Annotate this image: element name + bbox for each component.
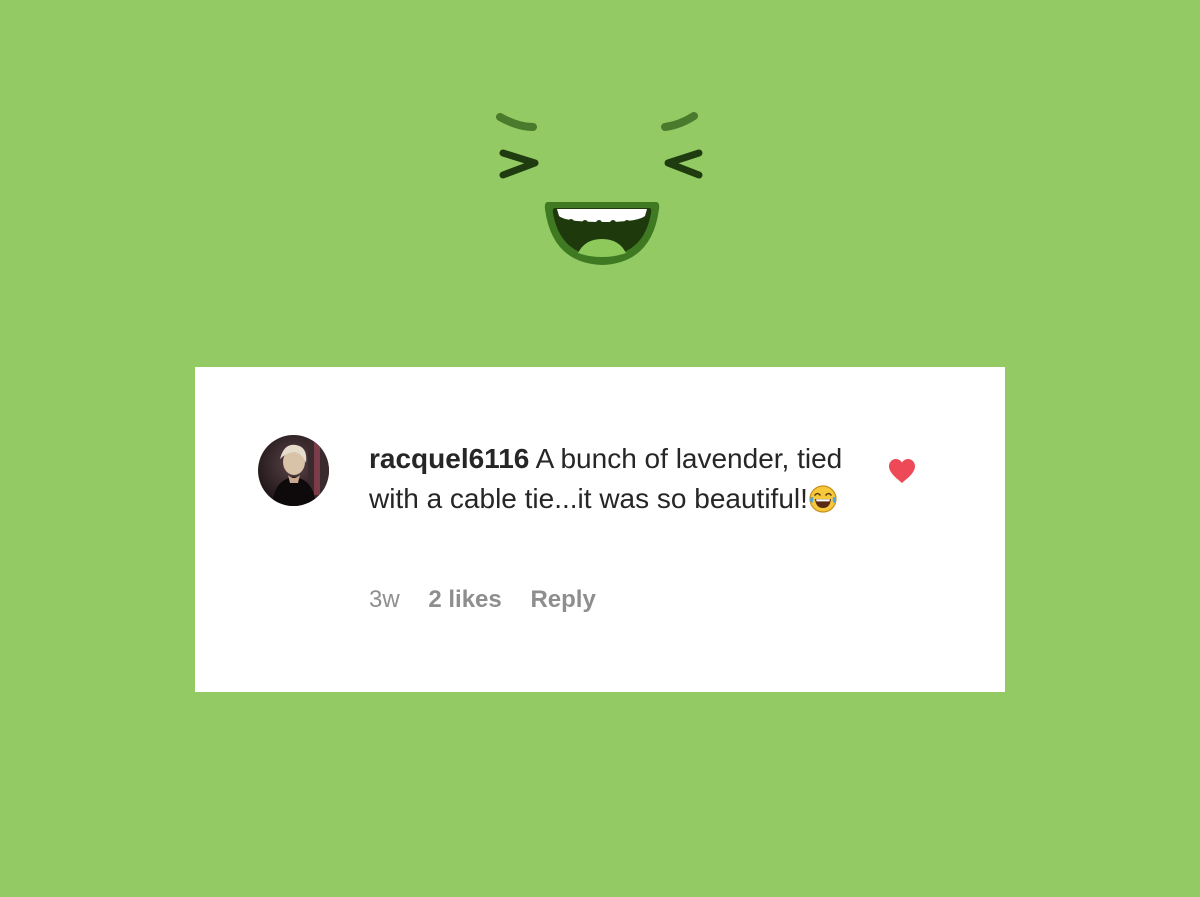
laughing-face-icon xyxy=(490,105,714,273)
heart-filled-icon[interactable] xyxy=(887,457,917,485)
comment-card: racquel6116 A bunch of lavender, tied wi… xyxy=(195,367,1005,692)
face-with-tears-of-joy-icon xyxy=(808,484,838,514)
comment-username[interactable]: racquel6116 xyxy=(369,443,529,474)
comment-timestamp[interactable]: 3w xyxy=(369,586,400,613)
comment-meta: 3w 2 likes Reply xyxy=(369,585,618,615)
likes-count[interactable]: 2 likes xyxy=(428,586,501,613)
reply-button[interactable]: Reply xyxy=(530,586,595,613)
comment-body: racquel6116 A bunch of lavender, tied wi… xyxy=(369,439,869,519)
avatar[interactable] xyxy=(258,435,329,506)
